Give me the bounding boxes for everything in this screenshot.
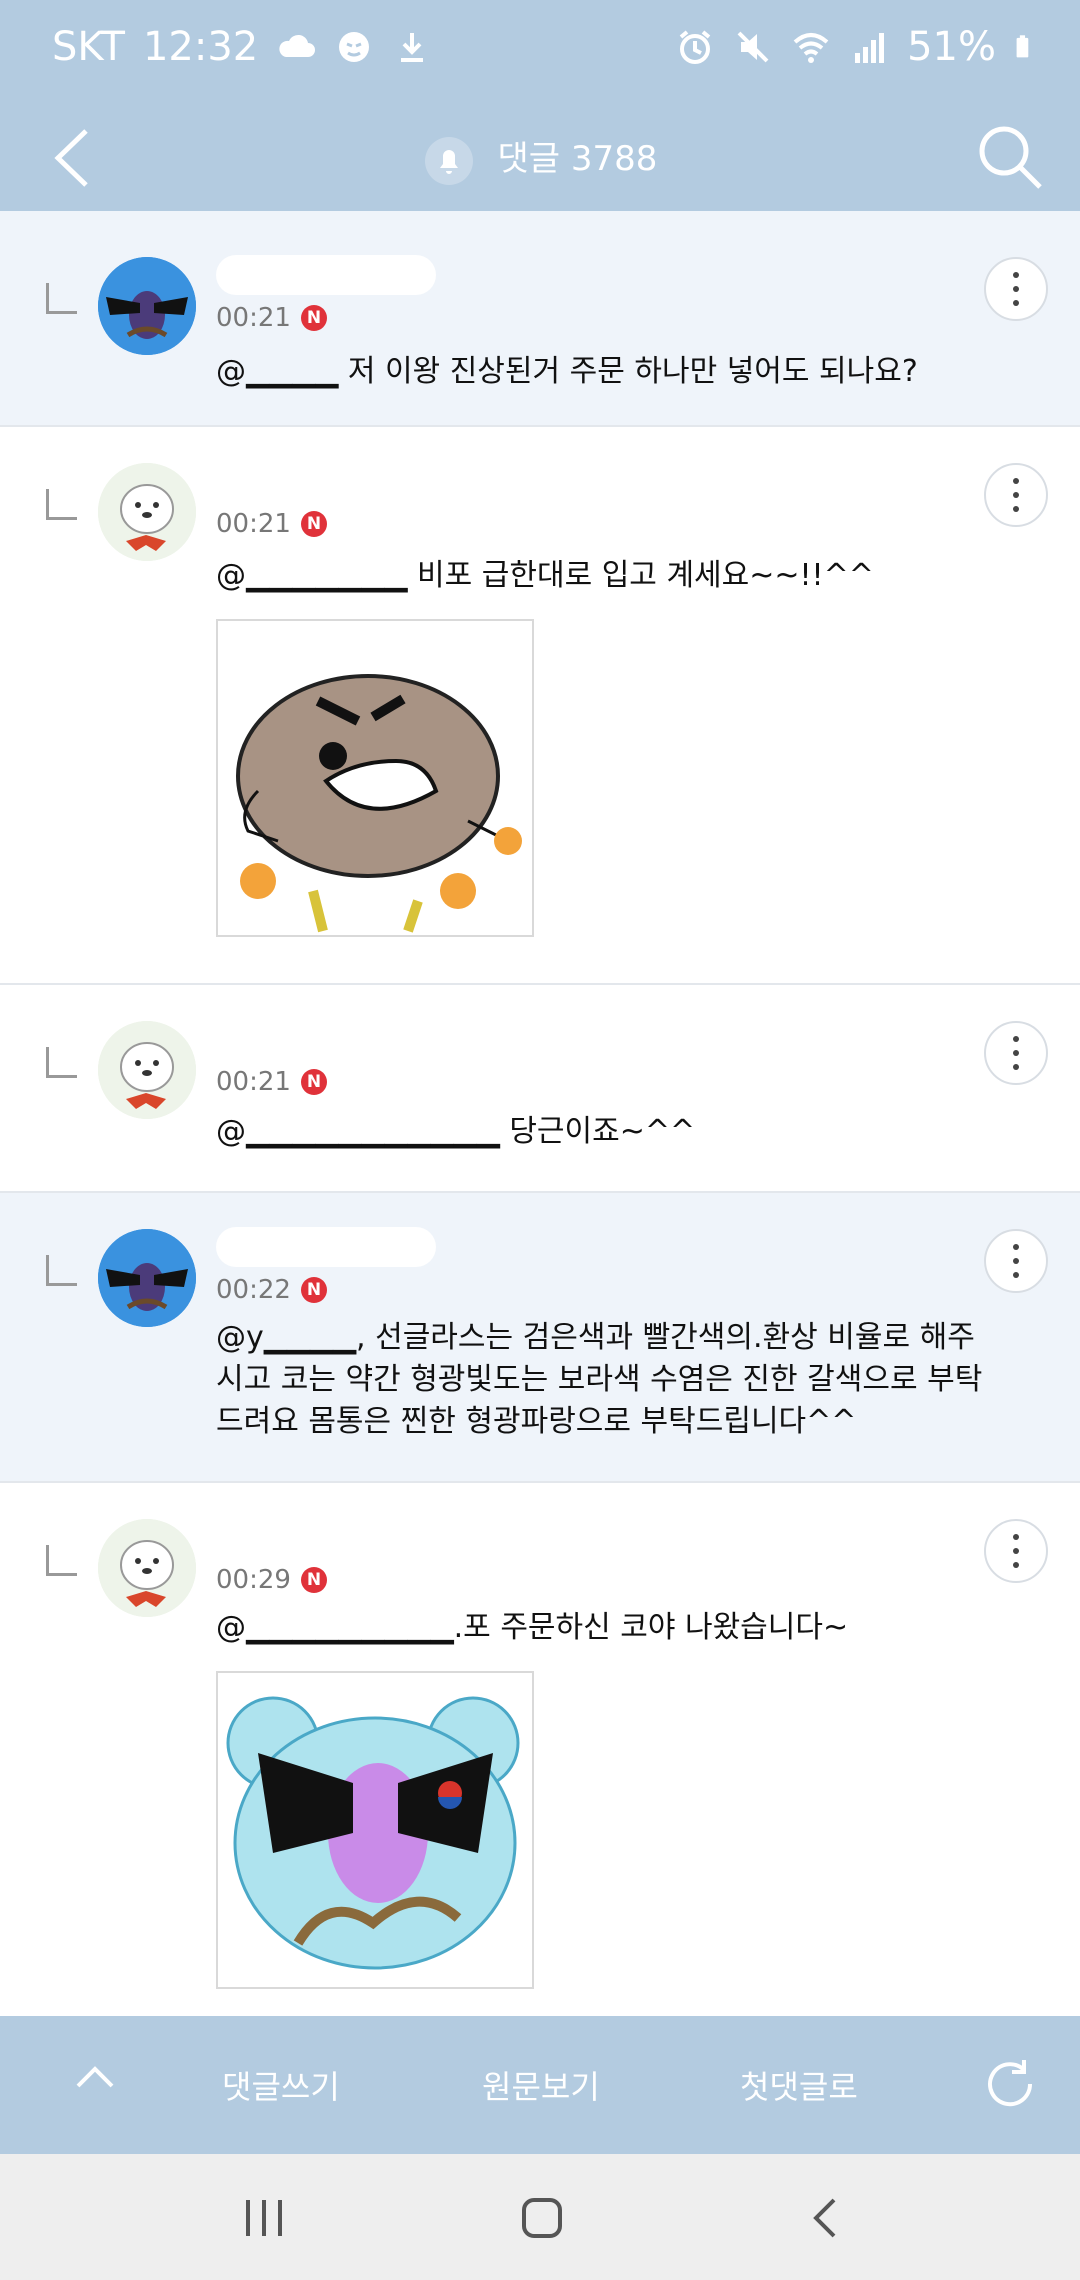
comment-image[interactable]: [216, 619, 534, 937]
page-title: 댓글 3788: [497, 139, 658, 179]
battery-icon: [1016, 35, 1029, 58]
comment-time: 00:21 N: [216, 1067, 327, 1097]
wifi-icon: [793, 33, 829, 63]
comment-time: 00:29 N: [216, 1565, 327, 1595]
alarm-icon: [679, 30, 711, 64]
more-options-icon[interactable]: [984, 1021, 1048, 1085]
cloud-icon: [279, 34, 316, 57]
app-bar: 댓글 3788: [0, 105, 1080, 211]
comment-text: @y▁▁▁▁, 선글라스는 검은색과 빨간색의.환상 비율로 해주시고 코는 약…: [216, 1320, 983, 1439]
bottom-action-bar: 댓글쓰기 원문보기 첫댓글로: [0, 2016, 1080, 2154]
more-options-icon[interactable]: [984, 1229, 1048, 1293]
back-icon[interactable]: [796, 2188, 856, 2248]
search-icon[interactable]: [974, 121, 1046, 193]
author-name[interactable]: [216, 475, 436, 505]
comment-text: @▁▁▁▁ 저 이왕 진상된거 주문 하나만 넣어도 되나요?: [216, 354, 918, 389]
reply-indent-icon: [46, 1545, 77, 1576]
sunglasses-avatar[interactable]: [98, 257, 196, 355]
dog-avatar[interactable]: [98, 1021, 196, 1119]
new-badge: N: [300, 1567, 327, 1593]
comment-item[interactable]: 00:21 N @▁▁▁▁▁▁▁▁▁▁▁ 당근이죠~^^: [0, 985, 1080, 1193]
author-name[interactable]: [216, 1033, 436, 1063]
comment-text: @▁▁▁▁▁▁▁ 비포 급한대로 입고 계세요~~!!^^: [216, 558, 874, 593]
reply-indent-icon: [46, 1255, 77, 1286]
first-comment-button[interactable]: 첫댓글로: [740, 2062, 858, 2108]
reply-indent-icon: [46, 1047, 77, 1078]
write-comment-button[interactable]: 댓글쓰기: [222, 2062, 340, 2108]
comment-list: 00:21 N @▁▁▁▁ 저 이왕 진상된거 주문 하나만 넣어도 되나요? 0…: [0, 211, 1080, 2021]
battery-percent: 51%: [907, 24, 996, 70]
comment-text: @▁▁▁▁▁▁▁▁▁▁▁ 당근이죠~^^: [216, 1114, 696, 1149]
dog-avatar[interactable]: [98, 1519, 196, 1617]
comment-time: 00:22 N: [216, 1275, 327, 1305]
more-options-icon[interactable]: [984, 1519, 1048, 1583]
comment-time: 00:21 N: [216, 509, 327, 539]
comment-item[interactable]: 00:29 N @▁▁▁▁▁▁▁▁▁.포 주문하신 코야 나왔습니다~: [0, 1483, 1080, 2021]
reply-indent-icon: [46, 489, 77, 520]
reply-indent-icon: [46, 283, 77, 314]
more-options-icon[interactable]: [984, 257, 1048, 321]
home-icon[interactable]: [512, 2188, 572, 2248]
author-name[interactable]: [216, 1531, 436, 1561]
carrier-label: SKT: [52, 24, 125, 70]
comment-item[interactable]: 00:21 N @▁▁▁▁▁▁▁ 비포 급한대로 입고 계세요~~!!^^: [0, 427, 1080, 985]
new-badge: N: [300, 1069, 327, 1095]
mute-icon: [737, 31, 769, 63]
recents-icon[interactable]: [234, 2188, 294, 2248]
chevron-up-icon[interactable]: [72, 2054, 118, 2100]
sunglasses-avatar[interactable]: [98, 1229, 196, 1327]
dog-avatar[interactable]: [98, 463, 196, 561]
signal-icon: [855, 33, 885, 63]
author-name[interactable]: [216, 1227, 436, 1271]
comment-image[interactable]: [216, 1671, 534, 1989]
status-right: 51%: [675, 24, 1040, 70]
download-icon: [401, 33, 424, 62]
comment-item[interactable]: 00:22 N @y▁▁▁▁, 선글라스는 검은색과 빨간색의.환상 비율로 해주…: [0, 1193, 1080, 1483]
status-left: SKT 12:32: [52, 24, 432, 70]
status-bar: SKT 12:32 51%: [0, 0, 1080, 105]
bell-icon[interactable]: [423, 135, 475, 187]
refresh-icon[interactable]: [980, 2054, 1040, 2114]
comment-item[interactable]: 00:21 N @▁▁▁▁ 저 이왕 진상된거 주문 하나만 넣어도 되나요?: [0, 211, 1080, 427]
comment-text: @▁▁▁▁▁▁▁▁▁.포 주문하신 코야 나왔습니다~: [216, 1610, 849, 1645]
view-original-button[interactable]: 원문보기: [482, 2062, 600, 2108]
more-options-icon[interactable]: [984, 463, 1048, 527]
clock: 12:32: [142, 24, 259, 70]
system-nav-bar: [0, 2154, 1080, 2280]
author-name[interactable]: [216, 255, 436, 299]
title-wrap: 댓글 3788: [0, 131, 1080, 187]
new-badge: N: [300, 511, 327, 537]
app-notification-icon: [339, 32, 370, 62]
new-badge: N: [300, 305, 327, 331]
comment-time: 00:21 N: [216, 303, 327, 333]
new-badge: N: [300, 1277, 327, 1303]
